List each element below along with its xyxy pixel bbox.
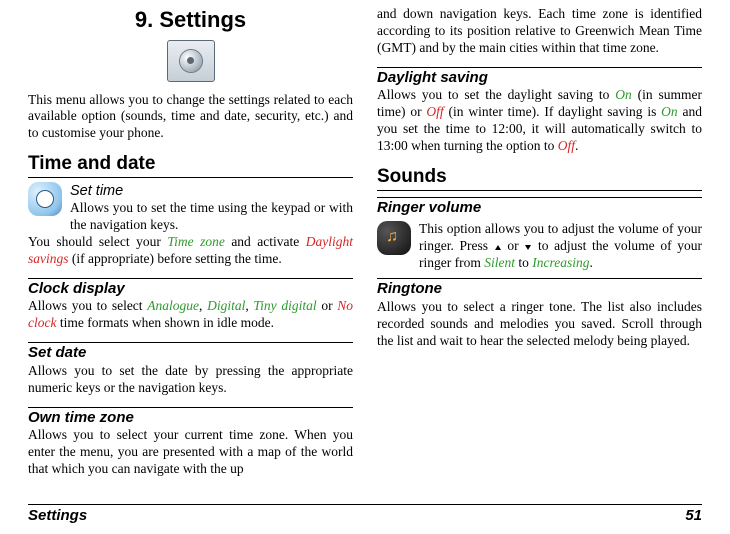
chapter-title: 9. Settings: [28, 6, 353, 34]
heading-time-and-date: Time and date: [28, 152, 353, 178]
txt: ,: [199, 298, 207, 313]
val-on: On: [615, 87, 632, 102]
heading-ringer-volume: Ringer volume: [377, 197, 702, 218]
opt-digital: Digital: [207, 298, 245, 313]
desc-daylight-saving: Allows you to set the daylight saving to…: [377, 87, 702, 155]
right-column: and down navigation keys. Each time zone…: [377, 6, 702, 486]
txt: Allows you to set the daylight saving to: [377, 87, 615, 102]
desc-ringtone: Allows you to select a ringer tone. The …: [377, 299, 702, 350]
menu-time-zone: Time zone: [167, 234, 225, 249]
txt: or: [502, 238, 525, 253]
txt: You should select your: [28, 234, 167, 249]
clock-icon: [28, 182, 62, 216]
desc-own-time-zone-b: and down navigation keys. Each time zone…: [377, 6, 702, 57]
content-columns: 9. Settings This menu allows you to chan…: [0, 0, 730, 486]
txt: .: [590, 255, 593, 270]
txt: and activate: [225, 234, 306, 249]
opt-tiny-digital: Tiny digital: [253, 298, 316, 313]
set-time-advice: You should select your Time zone and act…: [28, 234, 353, 268]
left-column: 9. Settings This menu allows you to chan…: [28, 6, 353, 486]
nav-up-icon: [495, 245, 501, 250]
heading-ringtone: Ringtone: [377, 278, 702, 299]
page: 9. Settings This menu allows you to chan…: [0, 0, 730, 534]
chapter-icon-wrap: [28, 40, 353, 82]
desc-set-time: Allows you to set the time using the key…: [70, 200, 353, 232]
intro-paragraph: This menu allows you to change the setti…: [28, 92, 353, 143]
desc-ringer-volume: This option allows you to adjust the vol…: [419, 221, 702, 272]
heading-own-time-zone: Own time zone: [28, 407, 353, 428]
val-off-2: Off: [558, 138, 575, 153]
txt: or: [317, 298, 338, 313]
set-time-row: Set time Allows you to set the time usin…: [28, 182, 353, 234]
txt: (in winter time). If daylight saving is: [444, 104, 661, 119]
val-on-2: On: [661, 104, 678, 119]
sound-icon: [377, 221, 411, 255]
txt: time formats when shown in idle mode.: [56, 315, 273, 330]
heading-sounds: Sounds: [377, 165, 702, 191]
txt: to: [515, 255, 532, 270]
page-footer: Settings 51: [28, 504, 702, 526]
txt: (if appropriate) before setting the time…: [69, 251, 282, 266]
txt: Allows you to select: [28, 298, 147, 313]
val-increasing: Increasing: [532, 255, 589, 270]
ringer-volume-row: This option allows you to adjust the vol…: [377, 221, 702, 272]
settings-gear-icon: [167, 40, 215, 82]
footer-page-number: 51: [685, 507, 702, 526]
heading-set-date: Set date: [28, 342, 353, 363]
heading-daylight-saving: Daylight saving: [377, 67, 702, 88]
desc-clock-display: Allows you to select Analogue, Digital, …: [28, 298, 353, 332]
heading-clock-display: Clock display: [28, 278, 353, 299]
nav-down-icon: [525, 245, 531, 250]
desc-set-date: Allows you to set the date by pressing t…: [28, 363, 353, 397]
val-off: Off: [426, 104, 443, 119]
val-silent: Silent: [484, 255, 515, 270]
footer-section: Settings: [28, 507, 87, 526]
desc-own-time-zone-a: Allows you to select your current time z…: [28, 427, 353, 478]
opt-analogue: Analogue: [147, 298, 199, 313]
label-set-time: Set time: [70, 182, 353, 200]
set-time-text: Set time Allows you to set the time usin…: [70, 182, 353, 234]
txt: .: [575, 138, 578, 153]
